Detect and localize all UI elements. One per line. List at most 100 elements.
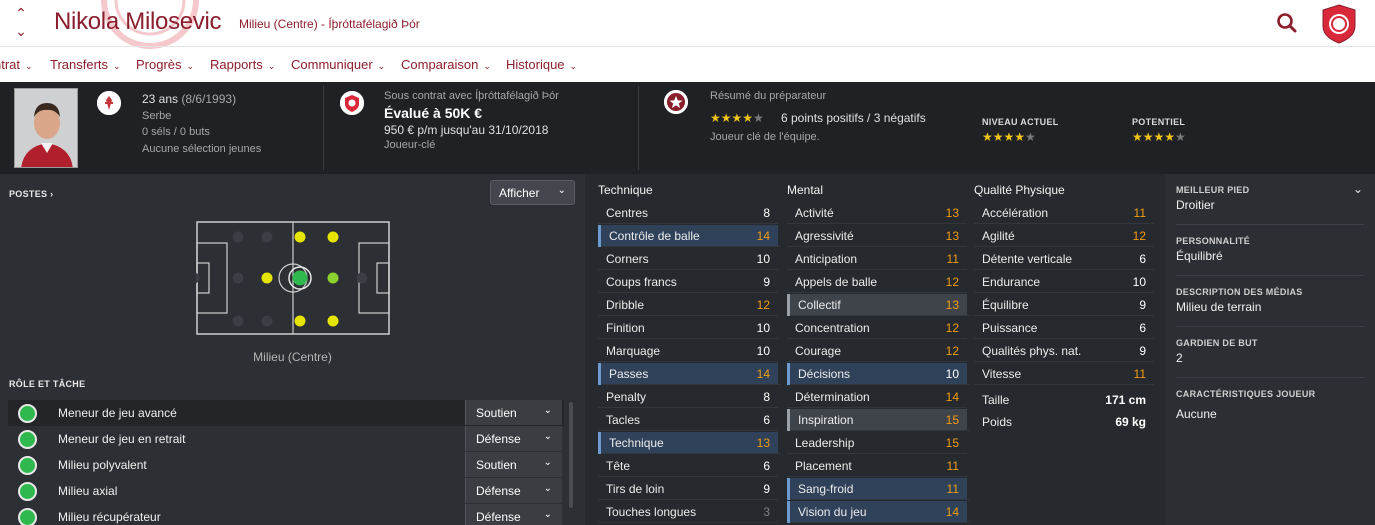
player-photo: [14, 88, 78, 168]
duty-dropdown[interactable]: Soutien ⌄: [465, 400, 562, 425]
attribute-name: Tacles: [606, 413, 641, 427]
player-name: Nikola Milosevic: [54, 8, 222, 35]
row-divider: [974, 338, 1154, 339]
role-suitability-icon: [18, 508, 37, 525]
positions-header[interactable]: POSTES ›: [9, 189, 53, 199]
attribute-row[interactable]: Technique 13: [598, 432, 781, 454]
row-divider: [787, 269, 967, 270]
attribute-row[interactable]: Anticipation 11: [787, 248, 967, 270]
display-dropdown[interactable]: Afficher ⌄: [490, 180, 575, 205]
attribute-value: 11: [1133, 206, 1146, 220]
duty-dropdown[interactable]: Défense ⌄: [465, 478, 562, 503]
attribute-row[interactable]: Accélération 11: [974, 202, 1154, 224]
attribute-row[interactable]: Vitesse 11: [974, 363, 1154, 385]
player-position-club[interactable]: Milieu (Centre) - Íþróttafélagið Þór: [239, 17, 420, 31]
best-foot-value: Droitier: [1176, 198, 1215, 212]
attribute-row[interactable]: Qualités phys. nat. 9: [974, 340, 1154, 362]
row-divider: [598, 430, 778, 431]
role-name: Meneur de jeu en retrait: [58, 432, 186, 446]
attribute-row[interactable]: Courage 12: [787, 340, 967, 362]
attribute-value: 13: [945, 206, 959, 220]
role-row[interactable]: Meneur de jeu avancé Soutien ⌄: [8, 400, 564, 426]
attribute-row[interactable]: Leadership 15: [787, 432, 967, 454]
menu-progres[interactable]: Progrès ⌄: [136, 57, 194, 72]
menu-comparaison[interactable]: Comparaison ⌄: [401, 57, 491, 72]
attribute-row[interactable]: Dribble 12: [598, 294, 778, 316]
player-youth-caps: Aucune sélection jeunes: [142, 143, 262, 155]
role-name: Milieu axial: [58, 484, 118, 498]
attribute-row[interactable]: Vision du jeu 14: [787, 501, 970, 523]
chevron-down-icon: ⌄: [543, 509, 552, 520]
best-foot-label: MEILLEUR PIED: [1176, 185, 1250, 195]
role-row[interactable]: Milieu récupérateur Défense ⌄: [8, 504, 564, 525]
attribute-row[interactable]: Finition 10: [598, 317, 778, 339]
nationality-flag-icon: [97, 91, 121, 115]
attribute-row[interactable]: Agilité 12: [974, 225, 1154, 247]
duty-dropdown[interactable]: Défense ⌄: [465, 504, 562, 525]
attribute-row[interactable]: Concentration 12: [787, 317, 967, 339]
search-icon[interactable]: [1274, 10, 1300, 36]
attribute-row[interactable]: Contrôle de balle 14: [598, 225, 781, 247]
row-divider: [974, 223, 1154, 224]
chevron-down-icon[interactable]: ⌄: [1353, 182, 1363, 196]
attribute-row[interactable]: Appels de balle 12: [787, 271, 967, 293]
attribute-row[interactable]: Centres 8: [598, 202, 778, 224]
role-row[interactable]: Meneur de jeu en retrait Défense ⌄: [8, 426, 564, 452]
attribute-row[interactable]: Endurance 10: [974, 271, 1154, 293]
row-divider: [974, 315, 1154, 316]
attribute-name: Détermination: [795, 390, 870, 404]
nav-down-icon[interactable]: ⌄: [10, 22, 32, 40]
chevron-down-icon: ⌄: [543, 457, 552, 468]
attribute-value: 10: [756, 252, 770, 266]
attribute-name: Décisions: [798, 367, 851, 381]
attribute-row[interactable]: Passes 14: [598, 363, 781, 385]
row-divider: [787, 338, 967, 339]
club-badge-icon[interactable]: [1320, 4, 1358, 44]
attribute-row[interactable]: Inspiration 15: [787, 409, 970, 431]
menu-transferts[interactable]: Transferts ⌄: [50, 57, 121, 72]
coach-report-summary: Joueur clé de l'équipe.: [710, 131, 820, 143]
duty-dropdown[interactable]: Soutien ⌄: [465, 452, 562, 477]
role-row[interactable]: Milieu polyvalent Soutien ⌄: [8, 452, 564, 478]
menu-communiquer[interactable]: Communiquer ⌄: [291, 57, 385, 72]
attribute-row[interactable]: Touches longues 3: [598, 501, 778, 523]
attribute-row[interactable]: Collectif 13: [787, 294, 970, 316]
attribute-name: Penalty: [606, 390, 647, 404]
attribute-row[interactable]: Coups francs 9: [598, 271, 778, 293]
attribute-row[interactable]: Tirs de loin 9: [598, 478, 778, 500]
row-divider: [598, 292, 778, 293]
attribute-row[interactable]: Penalty 8: [598, 386, 778, 408]
attribute-row[interactable]: Détermination 14: [787, 386, 967, 408]
attribute-value: 12: [945, 321, 959, 335]
position-caption: Milieu (Centre): [253, 350, 332, 364]
role-name: Meneur de jeu avancé: [58, 406, 177, 420]
attribute-row[interactable]: Décisions 10: [787, 363, 970, 385]
attribute-row[interactable]: Activité 13: [787, 202, 967, 224]
menu-rapports[interactable]: Rapports ⌄: [210, 57, 275, 72]
attribute-name: Placement: [795, 459, 852, 473]
row-divider: [598, 315, 778, 316]
attribute-row[interactable]: Détente verticale 6: [974, 248, 1154, 270]
role-row[interactable]: Milieu axial Défense ⌄: [8, 478, 564, 504]
attribute-row[interactable]: Équilibre 9: [974, 294, 1154, 316]
roles-scrollbar[interactable]: [569, 402, 573, 508]
attribute-row[interactable]: Tacles 6: [598, 409, 778, 431]
coach-report-label: Résumé du préparateur: [710, 90, 827, 102]
row-divider: [787, 407, 967, 408]
attribute-row[interactable]: Tête 6: [598, 455, 778, 477]
attribute-row[interactable]: Placement 11: [787, 455, 967, 477]
attribute-row[interactable]: Sang-froid 11: [787, 478, 970, 500]
menu-contrat[interactable]: ntrat⌄: [0, 57, 33, 72]
coach-report-points[interactable]: 6 points positifs / 3 négatifs: [781, 111, 926, 125]
attribute-row[interactable]: Corners 10: [598, 248, 778, 270]
nav-up-icon[interactable]: ⌃: [10, 4, 32, 22]
attribute-value: 10: [1132, 275, 1146, 289]
coach-report-icon[interactable]: [664, 90, 688, 114]
attribute-row[interactable]: Marquage 10: [598, 340, 778, 362]
row-divider: [790, 430, 970, 431]
menu-historique[interactable]: Historique ⌄: [506, 57, 577, 72]
attribute-row[interactable]: Agressivité 13: [787, 225, 967, 247]
duty-dropdown[interactable]: Défense ⌄: [465, 426, 562, 451]
attribute-row[interactable]: Puissance 6: [974, 317, 1154, 339]
club-contract-icon: [340, 91, 364, 115]
